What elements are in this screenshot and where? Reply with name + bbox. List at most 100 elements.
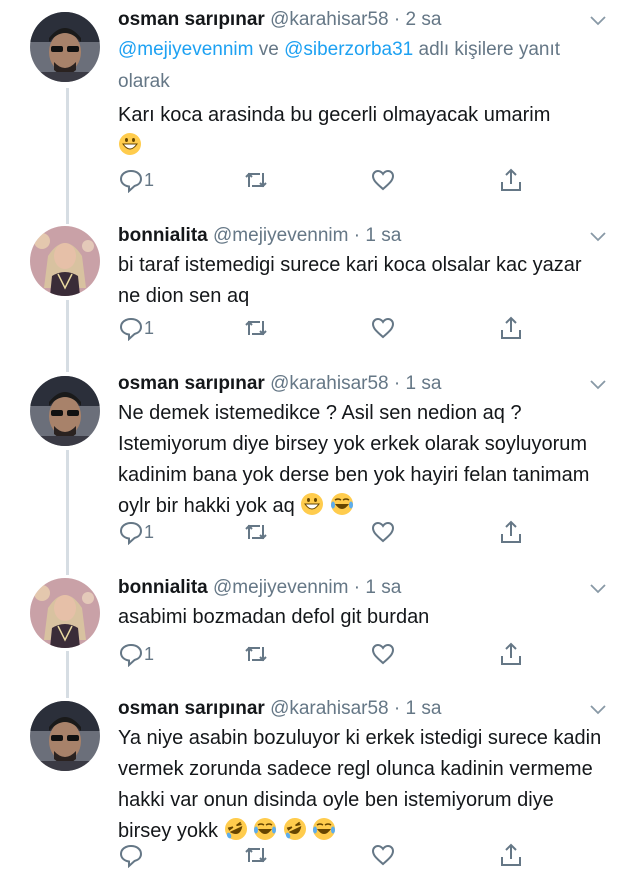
retweet-button[interactable] xyxy=(243,518,269,546)
retweet-icon xyxy=(245,847,267,863)
reply-icon xyxy=(119,317,143,341)
like-icon xyxy=(371,521,395,543)
like-button[interactable] xyxy=(370,841,396,869)
reply-icon xyxy=(119,169,143,193)
reply-count: 1 xyxy=(144,169,155,190)
avatar[interactable] xyxy=(30,12,100,82)
author-name[interactable]: bonnialita xyxy=(118,577,208,598)
like-icon xyxy=(371,844,395,866)
share-button[interactable] xyxy=(498,314,524,342)
like-icon xyxy=(371,643,395,665)
retweet-button[interactable] xyxy=(243,166,269,194)
reply-button[interactable]: 1 xyxy=(118,314,154,342)
author-name[interactable]: osman sarıpınar xyxy=(118,373,265,394)
reply-count: 1 xyxy=(144,521,155,542)
reply-icon xyxy=(119,521,143,545)
share-button[interactable] xyxy=(498,166,524,194)
tweet[interactable]: osman sarıpınar @karahisar58 · 1 sa Ya n… xyxy=(0,697,635,873)
author-handle[interactable]: @mejiyevennim xyxy=(213,225,348,246)
timestamp[interactable]: 2 sa xyxy=(406,9,442,30)
rolling-laughing-emoji xyxy=(283,818,306,840)
like-button[interactable] xyxy=(370,314,396,342)
chevron-down-icon[interactable] xyxy=(589,228,607,246)
retweet-icon xyxy=(245,524,267,540)
bonnialita-avatar-image xyxy=(30,226,100,296)
chevron-down-icon[interactable] xyxy=(589,12,607,30)
share-icon xyxy=(501,316,521,339)
tweet-header: osman sarıpınar @karahisar58 · 1 sa xyxy=(118,697,441,721)
tweet-actions: 1 xyxy=(118,518,538,546)
osman-avatar-image xyxy=(30,376,100,446)
retweet-button[interactable] xyxy=(243,314,269,342)
tweet-actions xyxy=(118,841,538,869)
like-button[interactable] xyxy=(370,166,396,194)
reply-button[interactable]: 1 xyxy=(118,640,154,668)
grinning-face-emoji xyxy=(301,493,324,515)
tweet-actions: 1 xyxy=(118,314,538,342)
chevron-down-icon[interactable] xyxy=(589,701,607,719)
tweet-text: asabimi bozmadan defol git burdan xyxy=(118,606,430,628)
like-button[interactable] xyxy=(370,640,396,668)
separator: · xyxy=(393,373,401,394)
timestamp[interactable]: 1 sa xyxy=(365,577,401,598)
share-button[interactable] xyxy=(498,518,524,546)
chevron-down-icon[interactable] xyxy=(589,376,607,394)
like-icon xyxy=(371,169,395,191)
osman-avatar-image xyxy=(30,12,100,82)
mention-link[interactable]: @mejiyevennim xyxy=(118,39,253,60)
tweet-actions: 1 xyxy=(118,166,538,194)
retweet-button[interactable] xyxy=(243,841,269,869)
retweet-icon xyxy=(245,172,267,188)
tweet-header: bonnialita @mejiyevennim · 1 sa xyxy=(118,224,401,248)
chevron-down-icon[interactable] xyxy=(589,580,607,598)
avatar[interactable] xyxy=(30,701,100,771)
tweet-text: Karı koca arasinda bu gecerli olmayacak … xyxy=(118,100,608,162)
author-name[interactable]: osman sarıpınar xyxy=(118,9,265,30)
bonnialita-avatar-image xyxy=(30,578,100,648)
osman-avatar-image xyxy=(30,701,100,771)
retweet-icon xyxy=(245,646,267,662)
reply-icon xyxy=(119,643,143,667)
share-button[interactable] xyxy=(498,640,524,668)
tweet-text: Ne demek istemedikce ? Asil sen nedion a… xyxy=(118,398,593,522)
avatar[interactable] xyxy=(30,578,100,648)
author-name[interactable]: bonnialita xyxy=(118,225,208,246)
reply-button[interactable]: 1 xyxy=(118,166,154,194)
like-icon xyxy=(371,317,395,339)
tears-of-joy-emoji xyxy=(313,818,336,840)
author-name[interactable]: osman sarıpınar xyxy=(118,698,265,719)
tweet[interactable]: bonnialita @mejiyevennim · 1 sa asabimi … xyxy=(0,576,635,676)
timestamp[interactable]: 1 sa xyxy=(406,373,442,394)
share-icon xyxy=(501,642,521,665)
tweet[interactable]: osman sarıpınar @karahisar58 · 1 sa Ne d… xyxy=(0,372,635,552)
share-icon xyxy=(501,843,521,866)
tweet-body: Karı koca arasinda bu gecerli olmayacak … xyxy=(118,104,551,126)
author-handle[interactable]: @mejiyevennim xyxy=(213,577,348,598)
avatar[interactable] xyxy=(30,376,100,446)
timestamp[interactable]: 1 sa xyxy=(365,225,401,246)
share-button[interactable] xyxy=(498,841,524,869)
mention-link[interactable]: @siberzorba31 xyxy=(284,39,413,60)
retweet-button[interactable] xyxy=(243,640,269,668)
author-handle[interactable]: @karahisar58 xyxy=(270,9,389,30)
separator: · xyxy=(393,9,401,30)
share-icon xyxy=(501,520,521,543)
tweet-header: bonnialita @mejiyevennim · 1 sa xyxy=(118,576,401,600)
author-handle[interactable]: @karahisar58 xyxy=(270,373,389,394)
reply-button[interactable] xyxy=(118,841,144,869)
reply-button[interactable]: 1 xyxy=(118,518,154,546)
author-handle[interactable]: @karahisar58 xyxy=(270,698,389,719)
tears-of-joy-emoji xyxy=(330,493,353,515)
separator: · xyxy=(353,225,361,246)
separator: · xyxy=(393,698,401,719)
reply-count: 1 xyxy=(144,317,155,338)
timestamp[interactable]: 1 sa xyxy=(406,698,442,719)
avatar[interactable] xyxy=(30,226,100,296)
tweet[interactable]: bonnialita @mejiyevennim · 1 sa bi taraf… xyxy=(0,224,635,349)
grinning-face-emoji xyxy=(119,133,141,155)
reply-connector: ve xyxy=(253,39,285,60)
share-icon xyxy=(501,168,521,191)
like-button[interactable] xyxy=(370,518,396,546)
tweet[interactable]: osman sarıpınar @karahisar58 · 2 sa @mej… xyxy=(0,8,635,198)
separator: · xyxy=(353,577,361,598)
